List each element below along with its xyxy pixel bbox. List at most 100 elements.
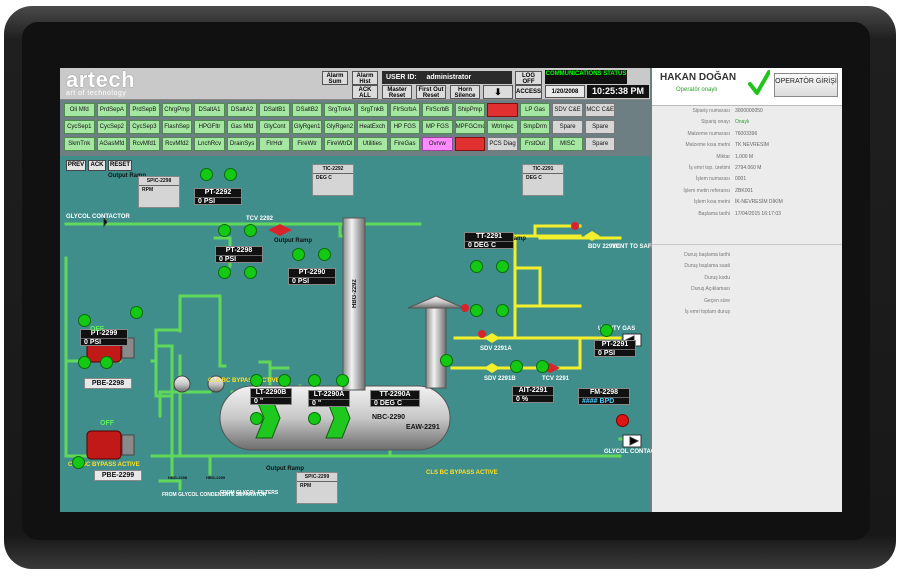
- tt-2290a-readout[interactable]: TT-2290A 0 DEG C: [370, 390, 420, 407]
- nav-button[interactable]: Spare: [584, 137, 616, 151]
- nav-button[interactable]: MPFGCmd: [454, 120, 486, 134]
- info-row: İşlem metin referansı ZBK001: [652, 188, 842, 199]
- pt-2291-readout[interactable]: PT-2291 0 PSI: [594, 340, 636, 357]
- nav-button[interactable]: SrgTnkB: [356, 103, 388, 117]
- info-value: 1.000 M: [735, 153, 754, 160]
- first-out-reset-button[interactable]: First Out Reset: [416, 85, 446, 99]
- access-button[interactable]: ACCESS: [515, 85, 542, 99]
- tt-2290a-value: 0 DEG C: [374, 400, 403, 407]
- nav-button[interactable]: HPGFltr: [194, 120, 225, 134]
- pbe-2299-label[interactable]: PBE-2299: [94, 470, 142, 481]
- info-row: İşlem numarası 0001: [652, 176, 842, 187]
- nav-button[interactable]: SrgTnkA: [324, 103, 355, 117]
- fm-2298-readout[interactable]: FM-2298 #### BPD: [578, 388, 630, 405]
- info-key: Malzeme kısa metni: [685, 142, 730, 149]
- nav-button[interactable]: Utilities: [356, 137, 388, 151]
- nav-button[interactable]: Ovrvw: [422, 137, 453, 151]
- nav-button[interactable]: DSaltB1: [259, 103, 290, 117]
- nav-button[interactable]: GlyRgen2: [324, 120, 355, 134]
- nav-button[interactable]: RcvMfd2: [161, 137, 193, 151]
- nav-button[interactable]: Spare: [552, 120, 583, 134]
- log-off-button[interactable]: LOG OFF: [515, 71, 542, 85]
- ack-all-button[interactable]: ACK ALL: [352, 85, 378, 99]
- nav-button[interactable]: SDV C&E: [552, 103, 583, 117]
- reset-button[interactable]: RESET: [108, 160, 132, 171]
- nav-button[interactable]: Spare: [584, 120, 616, 134]
- nav-button[interactable]: [454, 137, 486, 151]
- master-reset-button[interactable]: Master Reset: [382, 85, 412, 99]
- tic-2292-faceplate[interactable]: TIC-2292 DEG C: [312, 164, 354, 196]
- nav-button[interactable]: HP FGS: [389, 120, 421, 134]
- sdv-2291a-label: SDV 2291A: [480, 346, 512, 352]
- lt-2290a-readout[interactable]: LT-2290A 0 ": [308, 390, 350, 407]
- lt-2290b-value: 0 ": [254, 398, 264, 405]
- lt-2290b-readout[interactable]: LT-2290B 0 ": [250, 388, 292, 405]
- process-ack-button[interactable]: ACK: [88, 160, 106, 171]
- bdv-2291c-label: BDV 2291C: [588, 244, 621, 250]
- nav-button[interactable]: SkmTnk: [64, 137, 95, 151]
- nav-button[interactable]: ShipPmp: [454, 103, 486, 117]
- operator-login-button[interactable]: OPERATÖR GİRİŞİ: [774, 73, 838, 97]
- nav-button[interactable]: HeatExch: [356, 120, 388, 134]
- tt-2291-value: 0 DEG C: [468, 242, 497, 249]
- nav-button[interactable]: PCS Diag: [487, 137, 518, 151]
- nav-button[interactable]: CycSep1: [64, 120, 95, 134]
- pt-2292-readout[interactable]: PT-2292 0 PSI: [194, 188, 242, 205]
- ait-2291-label: AIT-2291: [513, 387, 553, 396]
- nav-button[interactable]: FrstOut: [519, 137, 551, 151]
- nav-button[interactable]: FireWtr: [291, 137, 323, 151]
- nav-button[interactable]: CycSep2: [96, 120, 128, 134]
- nav-button[interactable]: DSaltB2: [291, 103, 323, 117]
- nav-button[interactable]: [487, 103, 518, 117]
- tic-2291-faceplate[interactable]: TIC-2291 DEG C: [522, 164, 564, 196]
- alarm-sum-button[interactable]: Alarm Sum: [322, 71, 348, 85]
- pt-2290-readout[interactable]: PT-2290 0 PSI: [288, 268, 336, 285]
- spic-2298-faceplate[interactable]: SPIC-2298 RPM: [138, 176, 180, 208]
- nav-button[interactable]: MP FGS: [422, 120, 453, 134]
- nav-button[interactable]: GlyCont: [259, 120, 290, 134]
- nav-button[interactable]: DSaltA1: [194, 103, 225, 117]
- nav-button[interactable]: WtrInjec: [487, 120, 518, 134]
- prev-button[interactable]: PREV: [66, 160, 86, 171]
- ait-2291-readout[interactable]: AIT-2291 0 %: [512, 386, 554, 403]
- nav-button[interactable]: FlashSep: [161, 120, 193, 134]
- spic-2299-label: SPIC-2299: [297, 473, 337, 482]
- hmi-screen: artech art of technology Alarm Sum Alarm…: [60, 68, 842, 512]
- pump-2298-state: OFF: [90, 326, 104, 333]
- nav-button[interactable]: MCC C&E: [584, 103, 616, 117]
- nav-button[interactable]: ChrgPmp: [161, 103, 193, 117]
- nav-button[interactable]: LP Gas: [519, 103, 551, 117]
- nav-button[interactable]: Gas Mfd: [226, 120, 258, 134]
- nav-button[interactable]: PrdSepB: [129, 103, 160, 117]
- horn-silence-button[interactable]: Horn Silence: [450, 85, 480, 99]
- nav-button[interactable]: FireWtrDl: [324, 137, 355, 151]
- nav-button[interactable]: RcvMfd1: [129, 137, 160, 151]
- nav-button[interactable]: FlrHdr: [259, 137, 290, 151]
- spic-2299-faceplate[interactable]: SPIC-2299 RPM: [296, 472, 338, 504]
- fm-2298-value: #### BPD: [582, 398, 615, 405]
- nav-button[interactable]: MISC: [552, 137, 583, 151]
- nav-button[interactable]: DrainSys: [226, 137, 258, 151]
- nav-grid-spacer: [617, 103, 648, 117]
- indicator-circle: [496, 260, 509, 273]
- nav-button[interactable]: FireGas: [389, 137, 421, 151]
- indicator-circle: [308, 374, 321, 387]
- pt-2299-readout[interactable]: PT-2299 0 PSI: [80, 329, 128, 346]
- hbg-2299-label: HBG-2299: [206, 475, 226, 480]
- tt-2291-readout[interactable]: TT-2291 0 DEG C: [464, 232, 514, 249]
- nav-button[interactable]: AGasMfd: [96, 137, 128, 151]
- nav-button[interactable]: DSaltA2: [226, 103, 258, 117]
- nav-button[interactable]: CycSep3: [129, 120, 160, 134]
- nav-button[interactable]: PrdSepA: [96, 103, 128, 117]
- nav-button[interactable]: Oil Mfd: [64, 103, 95, 117]
- indicator-circle: [470, 260, 483, 273]
- pt-2298-readout[interactable]: PT-2298 0 PSI: [215, 246, 263, 263]
- nav-button[interactable]: FlrScrbB: [422, 103, 453, 117]
- nav-button[interactable]: FlrScrbA: [389, 103, 421, 117]
- pbe-2298-label[interactable]: PBE-2298: [84, 378, 132, 389]
- nav-button[interactable]: GlyRgen1: [291, 120, 323, 134]
- nav-button[interactable]: LnchRcv: [194, 137, 225, 151]
- nav-button[interactable]: SmpDrm: [519, 120, 551, 134]
- down-arrow-button[interactable]: ⬇: [483, 85, 513, 99]
- alarm-hist-button[interactable]: Alarm Hist: [352, 71, 378, 85]
